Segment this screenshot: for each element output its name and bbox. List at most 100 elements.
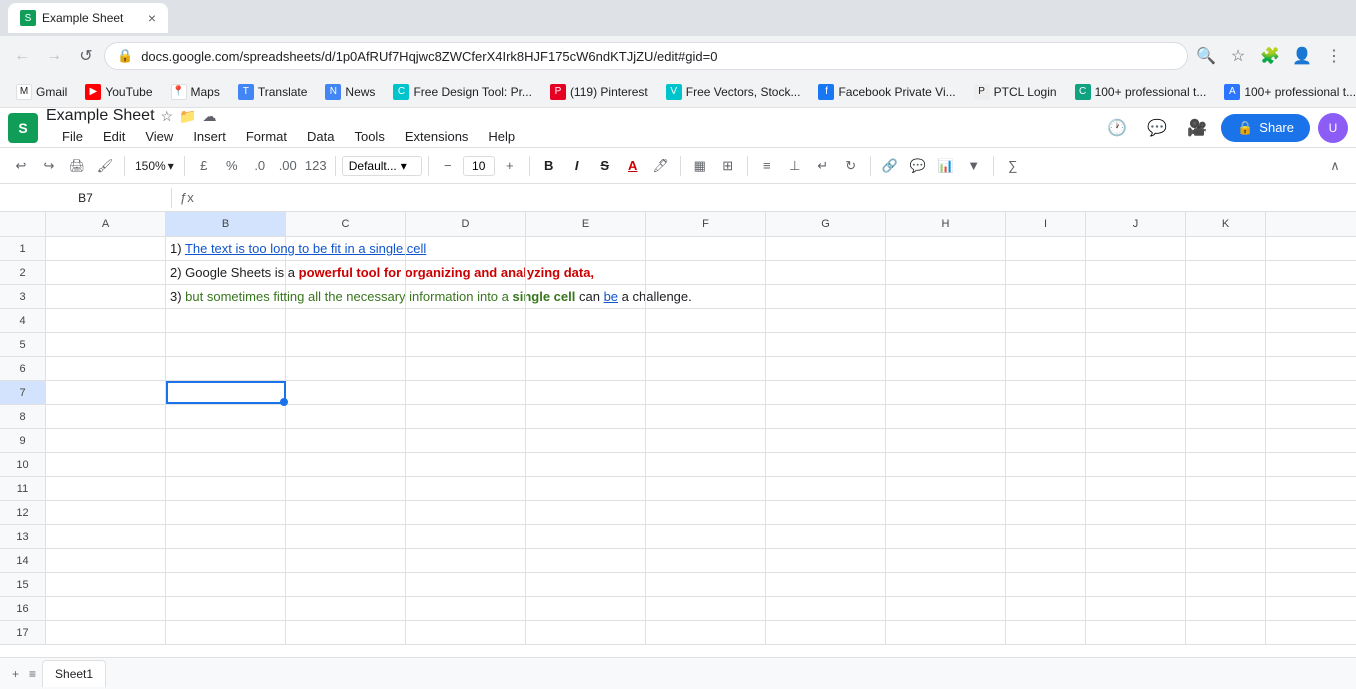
cell-a4[interactable]	[46, 309, 166, 332]
cell-fill-handle[interactable]	[280, 398, 288, 406]
highlight-button[interactable]: 🖊	[648, 153, 674, 179]
cell-f13[interactable]	[646, 525, 766, 548]
row-header-7[interactable]: 7	[0, 381, 46, 404]
cell-g12[interactable]	[766, 501, 886, 524]
cell-c8[interactable]	[286, 405, 406, 428]
cell-e17[interactable]	[526, 621, 646, 644]
row-header-3[interactable]: 3	[0, 285, 46, 308]
cell-h12[interactable]	[886, 501, 1006, 524]
cell-h17[interactable]	[886, 621, 1006, 644]
cell-c17[interactable]	[286, 621, 406, 644]
profile-icon[interactable]: 👤	[1288, 42, 1316, 70]
cell-a2[interactable]	[46, 261, 166, 284]
cell-j14[interactable]	[1086, 549, 1186, 572]
cell-j8[interactable]	[1086, 405, 1186, 428]
cell-f15[interactable]	[646, 573, 766, 596]
cell-j11[interactable]	[1086, 477, 1186, 500]
bookmark-pinterest[interactable]: P (119) Pinterest	[542, 81, 656, 103]
history-icon[interactable]: 🕐	[1101, 112, 1133, 144]
row-header-8[interactable]: 8	[0, 405, 46, 428]
col-header-b[interactable]: B	[166, 212, 286, 236]
cell-k16[interactable]	[1186, 597, 1266, 620]
bookmark-translate[interactable]: T Translate	[230, 81, 316, 103]
cell-d8[interactable]	[406, 405, 526, 428]
cell-j10[interactable]	[1086, 453, 1186, 476]
cell-c4[interactable]	[286, 309, 406, 332]
cell-j2[interactable]	[1086, 261, 1186, 284]
cell-j7[interactable]	[1086, 381, 1186, 404]
cell-a11[interactable]	[46, 477, 166, 500]
star-icon[interactable]: ☆	[161, 108, 174, 125]
cell-c15[interactable]	[286, 573, 406, 596]
cell-a3[interactable]	[46, 285, 166, 308]
cell-i15[interactable]	[1006, 573, 1086, 596]
cell-g17[interactable]	[766, 621, 886, 644]
cell-a12[interactable]	[46, 501, 166, 524]
bookmark-newchat[interactable]: C 100+ professional t...	[1067, 81, 1215, 103]
strikethrough-button[interactable]: S	[592, 153, 618, 179]
cell-i8[interactable]	[1006, 405, 1086, 428]
col-header-d[interactable]: D	[406, 212, 526, 236]
cell-b12[interactable]	[166, 501, 286, 524]
cell-b14[interactable]	[166, 549, 286, 572]
cell-d9[interactable]	[406, 429, 526, 452]
cell-b4[interactable]	[166, 309, 286, 332]
cell-b11[interactable]	[166, 477, 286, 500]
cell-h10[interactable]	[886, 453, 1006, 476]
cell-e6[interactable]	[526, 357, 646, 380]
cell-c14[interactable]	[286, 549, 406, 572]
cell-a15[interactable]	[46, 573, 166, 596]
menu-icon[interactable]: ⋮	[1320, 42, 1348, 70]
cell-b7[interactable]	[166, 381, 286, 404]
cell-d5[interactable]	[406, 333, 526, 356]
sheet-tab-1[interactable]: Sheet1	[42, 660, 106, 687]
cell-b1[interactable]: 1) The text is too long to be fit in a s…	[166, 237, 286, 260]
cell-h13[interactable]	[886, 525, 1006, 548]
cell-h8[interactable]	[886, 405, 1006, 428]
cell-reference-input[interactable]: B7	[8, 191, 163, 205]
italic-button[interactable]: I	[564, 153, 590, 179]
row-header-1[interactable]: 1	[0, 237, 46, 260]
bookmark-youtube[interactable]: ▶ YouTube	[77, 81, 160, 103]
col-header-j[interactable]: J	[1086, 212, 1186, 236]
row-header-6[interactable]: 6	[0, 357, 46, 380]
font-size-box[interactable]: 10	[463, 156, 495, 176]
bookmark-icon[interactable]: ☆	[1224, 42, 1252, 70]
cell-h5[interactable]	[886, 333, 1006, 356]
cell-j17[interactable]	[1086, 621, 1186, 644]
text-color-button[interactable]: A	[620, 153, 646, 179]
undo-button[interactable]: ↩	[8, 153, 34, 179]
cell-g6[interactable]	[766, 357, 886, 380]
row-header-10[interactable]: 10	[0, 453, 46, 476]
cell-j3[interactable]	[1086, 285, 1186, 308]
cloud-icon[interactable]: ☁	[203, 108, 217, 125]
cell-h7[interactable]	[886, 381, 1006, 404]
cell-a16[interactable]	[46, 597, 166, 620]
menu-data[interactable]: Data	[299, 125, 342, 148]
cell-d6[interactable]	[406, 357, 526, 380]
cell-e10[interactable]	[526, 453, 646, 476]
cell-e7[interactable]	[526, 381, 646, 404]
cell-b6[interactable]	[166, 357, 286, 380]
cell-i2[interactable]	[1006, 261, 1086, 284]
cell-k7[interactable]	[1186, 381, 1266, 404]
cell-a9[interactable]	[46, 429, 166, 452]
currency-button[interactable]: £	[191, 153, 217, 179]
cell-i16[interactable]	[1006, 597, 1086, 620]
move-icon[interactable]: 📁	[179, 108, 196, 125]
col-header-h[interactable]: H	[886, 212, 1006, 236]
font-selector[interactable]: Default... ▾	[342, 156, 422, 176]
cell-k4[interactable]	[1186, 309, 1266, 332]
cell-h3[interactable]	[886, 285, 1006, 308]
cell-g15[interactable]	[766, 573, 886, 596]
cell-h15[interactable]	[886, 573, 1006, 596]
cell-k2[interactable]	[1186, 261, 1266, 284]
cell-e16[interactable]	[526, 597, 646, 620]
cell-a8[interactable]	[46, 405, 166, 428]
cell-k11[interactable]	[1186, 477, 1266, 500]
cell-f12[interactable]	[646, 501, 766, 524]
cell-k3[interactable]	[1186, 285, 1266, 308]
add-sheet-icon[interactable]: +	[8, 663, 23, 685]
cell-d1[interactable]	[406, 237, 526, 260]
cell-d16[interactable]	[406, 597, 526, 620]
